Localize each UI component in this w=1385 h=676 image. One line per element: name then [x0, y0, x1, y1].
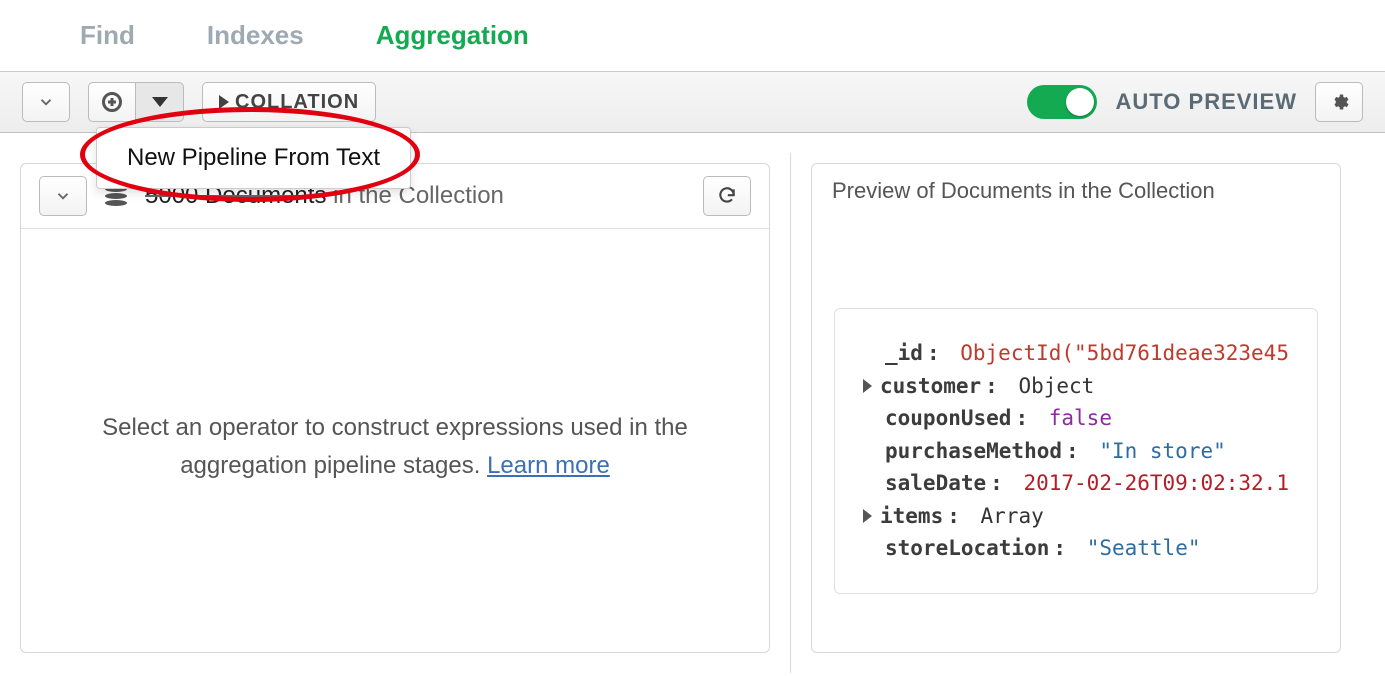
- column-divider: [790, 153, 791, 673]
- tab-find[interactable]: Find: [80, 20, 135, 51]
- preview-header: Preview of Documents in the Collection: [812, 164, 1340, 218]
- tab-aggregation[interactable]: Aggregation: [376, 20, 529, 51]
- toggle-knob: [1066, 88, 1094, 116]
- database-icon: [105, 186, 127, 206]
- caret-down-icon: [152, 97, 168, 107]
- triangle-right-icon: [863, 509, 872, 523]
- preview-document: _id: ObjectId("5bd761deae323e45 customer…: [834, 308, 1318, 594]
- stage-panel: 5000 Documents in the Collection Select …: [20, 163, 770, 653]
- menu-new-pipeline-from-text[interactable]: New Pipeline From Text: [127, 144, 380, 172]
- gear-icon: [1329, 92, 1349, 112]
- auto-preview-toggle[interactable]: [1027, 85, 1097, 119]
- learn-more-link[interactable]: Learn more: [487, 452, 610, 479]
- refresh-button[interactable]: [703, 176, 751, 216]
- triangle-right-icon: [863, 379, 872, 393]
- stage-hint: Select an operator to construct expressi…: [21, 349, 769, 546]
- doc-row-id: _id: ObjectId("5bd761deae323e45: [863, 337, 1299, 370]
- doc-row-couponused: couponUsed: false: [863, 402, 1299, 435]
- stage-collapse-button[interactable]: [39, 176, 87, 216]
- doc-row-saledate: saleDate: 2017-02-26T09:02:32.1: [863, 467, 1299, 500]
- toolbar: COLLATION AUTO PREVIEW New Pipeline From…: [0, 72, 1385, 133]
- tab-bar: Find Indexes Aggregation: [0, 0, 1385, 72]
- chevron-down-icon: [37, 93, 55, 111]
- doc-row-purchasemethod: purchaseMethod: "In store": [863, 435, 1299, 468]
- tab-indexes[interactable]: Indexes: [207, 20, 304, 51]
- hint-text-line1: Select an operator to construct expressi…: [61, 409, 729, 447]
- auto-preview-label: AUTO PREVIEW: [1115, 89, 1297, 115]
- collation-button[interactable]: COLLATION: [202, 82, 376, 122]
- hint-text-line2: aggregation pipeline stages.: [180, 452, 487, 479]
- add-stage-dropdown-button[interactable]: [136, 82, 184, 122]
- chevron-down-icon: [54, 187, 72, 205]
- new-pipeline-dropdown: New Pipeline From Text: [96, 127, 411, 189]
- refresh-icon: [717, 186, 737, 206]
- main-area: 5000 Documents in the Collection Select …: [0, 133, 1385, 673]
- doc-row-items[interactable]: items: Array: [863, 500, 1299, 533]
- preview-panel: Preview of Documents in the Collection _…: [811, 163, 1341, 653]
- triangle-right-icon: [219, 95, 229, 109]
- doc-row-customer[interactable]: customer: Object: [863, 370, 1299, 403]
- toolbar-expand-button[interactable]: [22, 82, 70, 122]
- add-stage-button[interactable]: [88, 82, 136, 122]
- settings-button[interactable]: [1315, 82, 1363, 122]
- doc-row-storelocation: storeLocation: "Seattle": [863, 532, 1299, 565]
- collation-label: COLLATION: [235, 91, 359, 114]
- plus-icon: [102, 92, 122, 112]
